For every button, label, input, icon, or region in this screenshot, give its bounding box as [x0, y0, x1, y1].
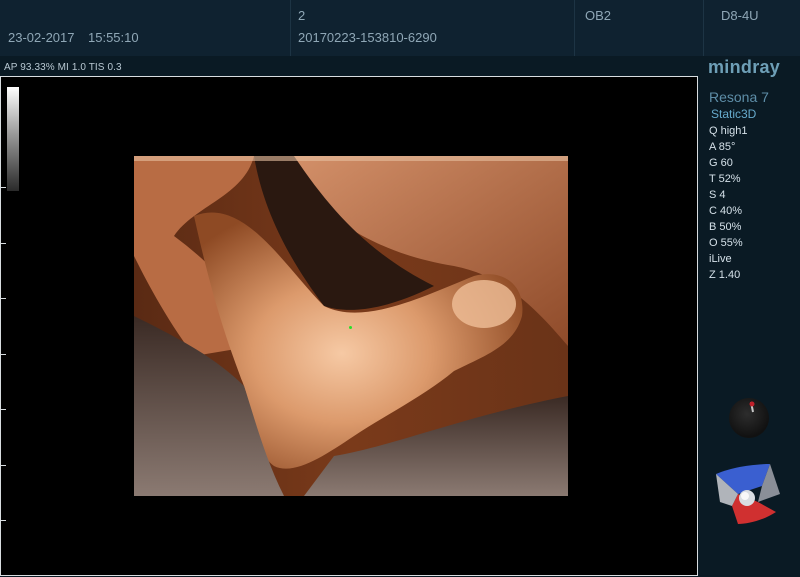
- param-zoom: Z 1.40: [709, 269, 741, 281]
- patient-cell: 2 20170223-153810-6290: [291, 0, 575, 56]
- param-gain: G 60: [709, 157, 733, 169]
- depth-tick: [1, 520, 6, 521]
- param-smooth: S 4: [709, 189, 726, 201]
- parameter-list: Q high1 A 85° G 60 T 52% S 4 C 40% B 50%…: [709, 123, 748, 283]
- patient-number: 2: [298, 8, 306, 23]
- brand-logo: mindray: [708, 57, 781, 77]
- param-brightness: B 50%: [709, 221, 742, 233]
- orientation-cube-icon[interactable]: [714, 462, 782, 528]
- date-label: 23-02-2017: [8, 30, 75, 45]
- 3d-render-image[interactable]: [134, 156, 568, 496]
- depth-tick: [1, 187, 6, 188]
- param-contrast: C 40%: [709, 205, 743, 217]
- exam-type-cell: OB2: [575, 0, 704, 56]
- acoustic-output-info: AP 93.33% MI 1.0 TIS 0.3: [4, 62, 122, 73]
- probe-name: D8-4U: [721, 8, 759, 23]
- depth-tick: [1, 243, 6, 244]
- light-source-icon[interactable]: [729, 398, 769, 438]
- depth-tick: [1, 465, 6, 466]
- probe-cell: D8-4U: [704, 0, 800, 56]
- depth-tick: [1, 409, 6, 410]
- header-bar: 23-02-2017 15:55:10 2 20170223-153810-62…: [0, 0, 800, 56]
- param-angle: A 85°: [709, 141, 736, 153]
- exam-type: OB2: [585, 8, 612, 23]
- param-o: O 55%: [709, 237, 743, 249]
- cursor-marker: [349, 326, 352, 329]
- time-label: 15:55:10: [88, 30, 139, 45]
- system-model: Resona 7: [709, 89, 769, 105]
- param-ilive: iLive: [709, 253, 732, 265]
- depth-tick: [1, 298, 6, 299]
- imaging-mode: Static3D: [711, 107, 757, 121]
- image-viewport[interactable]: [0, 76, 698, 576]
- grayscale-bar: [7, 87, 19, 191]
- exam-id: 20170223-153810-6290: [298, 30, 437, 45]
- param-quality: Q high1: [709, 125, 748, 137]
- depth-tick: [1, 354, 6, 355]
- date-time-cell: 23-02-2017 15:55:10: [0, 0, 291, 56]
- param-transparency: T 52%: [709, 173, 741, 185]
